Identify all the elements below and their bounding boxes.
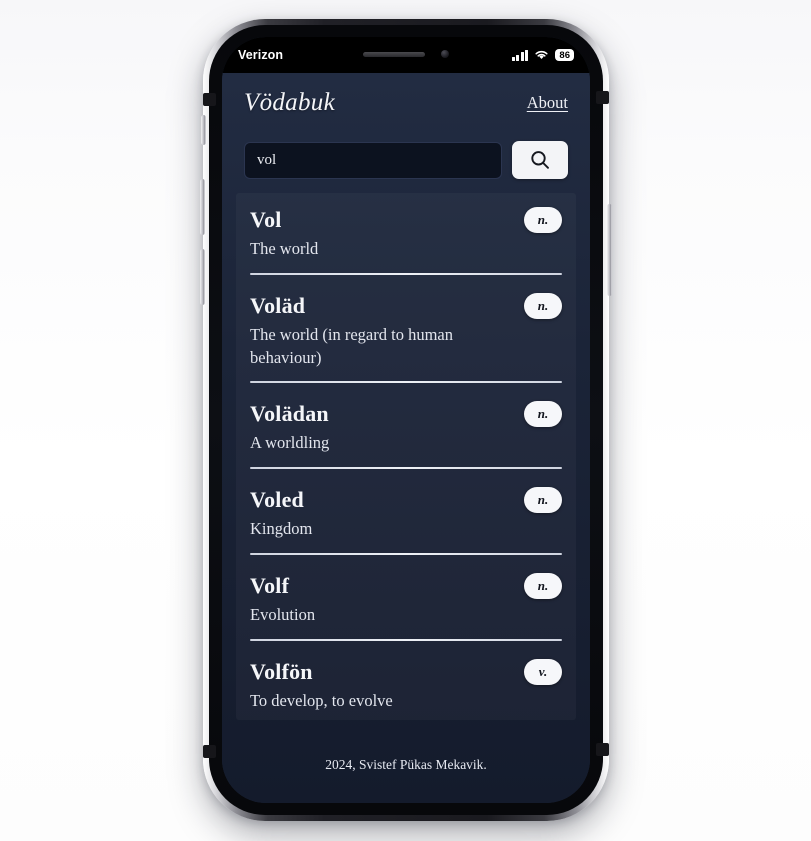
status-indicators: 86: [511, 49, 574, 61]
earpiece-speaker-icon: [363, 51, 425, 57]
status-badge: n.: [524, 401, 562, 428]
status-badge: v.: [524, 658, 562, 685]
entry-header: Voled n.: [250, 487, 562, 514]
entry-divider: [250, 272, 562, 275]
front-camera-icon: [441, 50, 449, 58]
entry-divider: [250, 467, 562, 470]
antenna-band-top-right: [596, 91, 609, 104]
page-root: Verizon 86 Vödabuk About vol Vol n. The …: [0, 0, 811, 841]
list-item[interactable]: Voled n. Kingdom: [236, 475, 576, 561]
list-item[interactable]: Vol n. The world: [236, 195, 576, 281]
list-item[interactable]: Volf n. Evolution: [236, 561, 576, 647]
status-badge: n.: [524, 487, 562, 514]
search-icon: [531, 151, 549, 169]
entry-definition: Evolution: [250, 604, 316, 624]
list-item[interactable]: Volfön v. To develop, to evolve: [236, 647, 576, 719]
status-bar: Verizon 86: [222, 37, 590, 73]
battery-indicator: 86: [555, 49, 574, 61]
antenna-band-bottom-right: [596, 743, 609, 756]
antenna-band-top-left: [203, 93, 216, 106]
about-link[interactable]: About: [527, 93, 568, 113]
carrier-label: Verizon: [238, 48, 284, 62]
list-item[interactable]: Volädan n. A worldling: [236, 389, 576, 475]
entry-divider: [250, 552, 562, 555]
entry-word: Volfön: [250, 658, 313, 684]
status-badge: n.: [524, 292, 562, 319]
search-button[interactable]: [512, 141, 568, 179]
entry-header: Voläd n.: [250, 292, 562, 319]
device-notch: [340, 43, 472, 65]
volume-up-button[interactable]: [200, 179, 205, 235]
wifi-icon: [535, 50, 548, 60]
app-container: Vödabuk About Vol: [222, 73, 590, 803]
app-footer: 2024, Svistef Pükas Mekavik.: [325, 757, 487, 772]
power-button[interactable]: [607, 204, 612, 296]
entry-word: Voled: [250, 487, 304, 513]
search-results-list: Vol n. The world Voläd n. The world (in …: [236, 193, 576, 720]
status-badge: n.: [524, 572, 562, 599]
entry-word: Voläd: [250, 292, 306, 318]
list-item[interactable]: Voläd n. The world (in regard to human b…: [236, 281, 576, 390]
antenna-band-bottom-left: [203, 745, 216, 758]
search-bar: [222, 135, 590, 193]
volume-down-button[interactable]: [200, 249, 205, 305]
entry-header: Volädan n.: [250, 401, 562, 428]
entry-definition: Kingdom: [250, 519, 313, 539]
entry-word: Volf: [250, 572, 290, 598]
entry-header: Volf n.: [250, 572, 562, 599]
entry-definition: The world (in regard to human behaviour): [250, 324, 453, 367]
app-header: Vödabuk About: [222, 73, 590, 135]
cellular-signal-icon: [511, 49, 529, 61]
entry-definition: A worldling: [250, 433, 330, 453]
mute-switch-button[interactable]: [201, 115, 206, 145]
entry-divider: [250, 638, 562, 641]
phone-device: Verizon 86 Vödabuk About vol Vol n. The …: [200, 19, 612, 821]
entry-divider: [250, 381, 562, 384]
status-badge: n.: [524, 207, 562, 233]
search-input[interactable]: [244, 141, 502, 179]
entry-definition: The world: [250, 239, 319, 258]
phone-screen: Verizon 86 Vödabuk About vol Vol n. The …: [222, 37, 590, 803]
entry-header: Volfön v.: [250, 658, 562, 685]
entry-header: Vol n.: [250, 207, 562, 233]
entry-definition: To develop, to evolve: [250, 690, 393, 710]
entry-word: Volädan: [250, 401, 329, 427]
entry-word: Vol: [250, 207, 282, 232]
app-brand-title: Vödabuk: [244, 89, 335, 116]
